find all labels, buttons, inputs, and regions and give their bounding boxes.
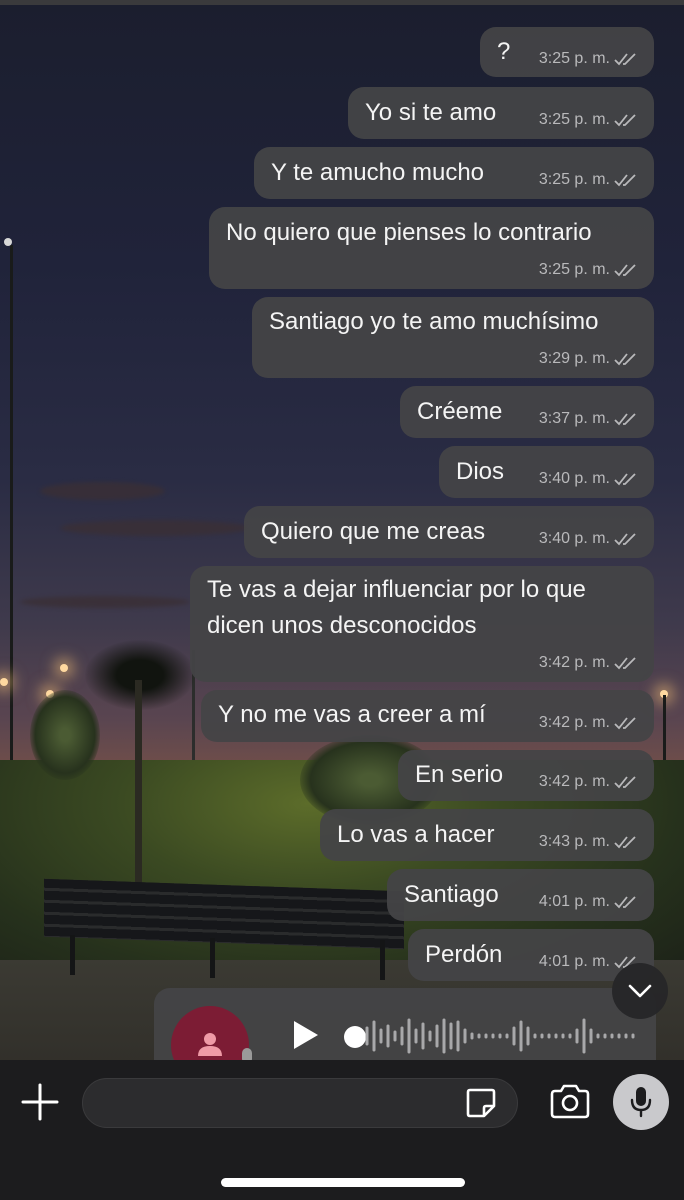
message-bubble[interactable]: En serio 3:42 p. m. (398, 750, 654, 801)
message-text: En serio (415, 761, 504, 788)
message-list[interactable]: ? 3:25 p. m. Yo si te amo 3:25 p. m. Y t… (0, 0, 684, 1084)
message-bubble[interactable]: No quiero que pienses lo contrario 3:25 … (209, 207, 654, 289)
message-text: Y no me vas a creer a mí (218, 701, 486, 728)
message-bubble[interactable]: Créeme 3:37 p. m. (400, 386, 654, 438)
message-bubble[interactable]: Te vas a dejar influenciar por lo que di… (190, 566, 654, 682)
message-meta: 3:40 p. m. (539, 530, 638, 548)
read-receipt-icon (614, 896, 636, 909)
message-bubble[interactable]: Dios 3:40 p. m. (439, 446, 654, 498)
message-text: Y te amucho mucho (271, 159, 485, 186)
message-text: Santiago (404, 881, 499, 908)
message-time: 3:42 p. m. (538, 773, 610, 790)
message-time: 3:43 p. m. (538, 833, 610, 850)
message-time: 3:29 p. m. (538, 350, 610, 367)
message-meta: 3:25 p. m. (539, 261, 638, 279)
message-time: 3:42 p. m. (538, 714, 610, 731)
home-indicator[interactable] (221, 1178, 465, 1187)
read-receipt-icon (614, 264, 636, 277)
message-text-line-1: Te vas a dejar influenciar por lo que (207, 576, 586, 603)
message-bubble[interactable]: Y te amucho mucho 3:25 p. m. (254, 147, 654, 199)
scroll-to-bottom-button[interactable] (612, 963, 668, 1019)
message-meta: 3:25 p. m. (539, 50, 638, 68)
message-text: Santiago yo te amo muchísimo (269, 308, 599, 335)
message-time: 3:25 p. m. (538, 111, 610, 128)
message-text: No quiero que pienses lo contrario (226, 219, 592, 246)
read-receipt-icon (614, 413, 636, 426)
message-bubble[interactable]: Y no me vas a creer a mí 3:42 p. m. (201, 690, 654, 742)
read-receipt-icon (614, 836, 636, 849)
message-time: 3:40 p. m. (538, 530, 610, 547)
message-meta: 3:25 p. m. (539, 171, 638, 189)
message-bubble[interactable]: Santiago yo te amo muchísimo 3:29 p. m. (252, 297, 654, 378)
message-text: Quiero que me creas (261, 518, 486, 545)
message-meta: 3:37 p. m. (539, 410, 638, 428)
message-time: 3:25 p. m. (538, 261, 610, 278)
message-meta: 3:42 p. m. (539, 654, 638, 672)
message-text: Lo vas a hacer (337, 821, 495, 848)
voice-record-button[interactable] (613, 1074, 669, 1130)
message-meta: 3:25 p. m. (539, 111, 638, 129)
message-text: Yo si te amo (365, 99, 497, 126)
read-receipt-icon (614, 533, 636, 546)
read-receipt-icon (614, 776, 636, 789)
message-meta: 3:42 p. m. (539, 773, 638, 791)
read-receipt-icon (614, 717, 636, 730)
message-bubble[interactable]: Quiero que me creas 3:40 p. m. (244, 506, 654, 558)
audio-waveform[interactable] (362, 1016, 642, 1056)
read-receipt-icon (614, 114, 636, 127)
message-time: 4:01 p. m. (538, 953, 610, 970)
message-time: 3:25 p. m. (538, 50, 610, 67)
plus-icon[interactable] (20, 1082, 60, 1122)
message-text-line-2: dicen unos desconocidos (207, 612, 477, 639)
read-receipt-icon (614, 353, 636, 366)
message-text: ? (497, 38, 511, 65)
message-input[interactable] (82, 1078, 518, 1128)
microphone-icon (630, 1087, 652, 1118)
message-time: 3:25 p. m. (538, 171, 610, 188)
play-icon[interactable] (288, 1018, 322, 1052)
composer-bar (0, 1060, 684, 1200)
message-meta: 3:43 p. m. (539, 833, 638, 851)
message-time: 3:40 p. m. (538, 470, 610, 487)
message-time: 4:01 p. m. (538, 893, 610, 910)
message-bubble[interactable]: ? 3:25 p. m. (480, 27, 654, 77)
message-bubble[interactable]: Yo si te amo 3:25 p. m. (348, 87, 654, 139)
sticker-icon[interactable] (464, 1086, 498, 1120)
message-bubble[interactable]: Santiago 4:01 p. m. (387, 869, 654, 921)
message-time: 3:37 p. m. (538, 410, 610, 427)
voice-message-bubble[interactable] (154, 988, 656, 1084)
read-receipt-icon (614, 174, 636, 187)
chevron-down-icon (628, 984, 652, 998)
read-receipt-icon (614, 473, 636, 486)
message-meta: 3:42 p. m. (539, 714, 638, 732)
read-receipt-icon (614, 53, 636, 66)
message-bubble[interactable]: Lo vas a hacer 3:43 p. m. (320, 809, 654, 861)
camera-icon[interactable] (548, 1084, 592, 1120)
message-meta: 4:01 p. m. (539, 893, 638, 911)
read-receipt-icon (614, 657, 636, 670)
message-text: Perdón (425, 941, 503, 968)
message-time: 3:42 p. m. (538, 654, 610, 671)
message-meta: 3:29 p. m. (539, 350, 638, 368)
message-text: Créeme (417, 398, 503, 425)
message-meta: 3:40 p. m. (539, 470, 638, 488)
message-text: Dios (456, 458, 505, 485)
